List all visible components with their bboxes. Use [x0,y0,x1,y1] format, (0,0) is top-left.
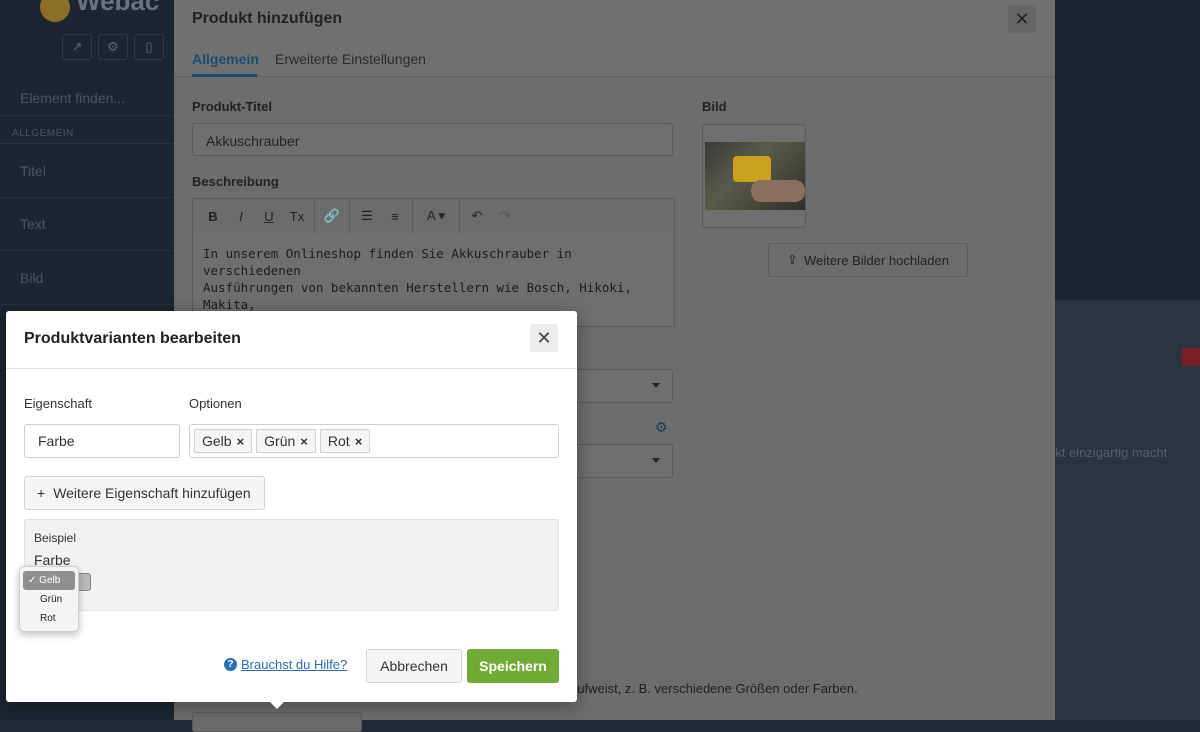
remove-tag-icon[interactable]: × [300,434,308,449]
property-label: Eigenschaft [24,396,92,411]
image-label: Bild [702,99,727,114]
remove-tag-icon[interactable]: × [355,434,363,449]
tab-allgemein[interactable]: Allgemein [192,51,259,67]
toolbar-separator [314,199,315,233]
toolbar-separator [412,199,413,233]
divider [0,143,175,144]
settings-icon[interactable]: ⚙ [98,34,128,60]
product-photo [705,142,805,210]
variants-hint: aufweist, z. B. verschiedene Größen oder… [570,681,858,696]
category-label: ALLGEMEIN [12,128,74,139]
product-title-label: Produkt-Titel [192,99,272,114]
text-color-icon[interactable]: A ▾ [416,208,456,224]
rich-text-toolbar: B I U Tx 🔗 ☰ ≡ A ▾ ↶ ↷ [192,198,675,234]
page-preview-bottom [1055,300,1200,720]
option-tag: Rot × [319,429,371,453]
sidebar-item-bild[interactable]: Bild [20,270,43,286]
divider [0,115,175,116]
options-tag-input[interactable]: Gelb × Grün × Rot × [189,424,559,458]
product-image-thumbnail[interactable] [702,124,806,228]
clear-format-button[interactable]: Tx [283,209,311,224]
bulleted-list-icon[interactable]: ☰ [353,208,381,224]
modal-title: Produkt hinzufügen [192,10,343,27]
preview-text: ukt einzigartig macht [1048,445,1168,460]
undo-icon[interactable]: ↶ [463,208,491,224]
dropdown-option-gruen[interactable]: Grün [20,590,78,609]
variant-dialog: Produktvarianten bearbeiten ✕ Eigenschaf… [6,311,577,709]
plus-icon: + [37,485,46,501]
bold-button[interactable]: B [199,209,227,224]
gear-icon[interactable]: ⚙ [655,419,668,436]
upload-images-button[interactable]: ⇪ Weitere Bilder hochladen [768,243,968,277]
edit-variants-button[interactable] [192,712,362,732]
add-property-button[interactable]: + Weitere Eigenschaft hinzufügen [24,476,265,510]
sidebar-item-titel[interactable]: Titel [20,163,46,179]
page-preview-top [1055,0,1200,300]
option-tag-label: Gelb [202,433,232,449]
divider [0,197,175,198]
divider [6,368,577,369]
dialog-title: Produktvarianten bearbeiten [24,330,241,347]
close-button[interactable]: ✕ [1008,5,1036,33]
numbered-list-icon[interactable]: ≡ [381,209,409,224]
cancel-button[interactable]: Abbrechen [366,649,462,683]
toolbar-separator [459,199,460,233]
description-label: Beschreibung [192,174,279,189]
property-input[interactable]: Farbe [24,424,180,458]
dropdown-option-gelb[interactable]: ✓ Gelb [23,571,75,590]
redo-icon[interactable]: ↷ [491,208,519,224]
chevron-down-icon [652,458,660,463]
dropdown-option-rot[interactable]: Rot [20,609,78,628]
example-label: Beispiel [34,531,77,545]
upload-label: Weitere Bilder hochladen [803,252,949,268]
sidebar-toolbar: ↗ ⚙ ▯ [62,34,164,60]
option-tag-label: Rot [327,433,350,449]
option-tag: Gelb × [194,429,253,453]
external-link-icon[interactable]: ↗ [62,34,92,60]
divider [0,250,175,251]
divider [0,304,175,305]
link-icon[interactable]: 🔗 [318,208,346,224]
dropdown-option-label: Gelb [39,575,61,586]
save-button[interactable]: Speichern [467,649,559,683]
close-icon[interactable] [1182,348,1200,366]
dropdown-menu: ✓ Gelb Grün Rot [19,566,79,632]
chevron-down-icon [652,383,660,388]
drill-shape [733,156,771,182]
option-tag-label: Grün [264,433,296,449]
options-label: Optionen [189,396,242,411]
select-field[interactable] [570,444,673,478]
toolbar-separator [349,199,350,233]
tab-erweiterte-einstellungen[interactable]: Erweiterte Einstellungen [275,51,426,67]
option-tag: Grün × [256,429,316,453]
product-title-input[interactable]: Akkuschrauber [192,123,673,156]
help-icon: ? [224,658,237,671]
upload-icon: ⇪ [787,252,798,267]
underline-button[interactable]: U [255,209,283,224]
example-select[interactable] [77,573,91,591]
logo-icon [40,0,70,22]
sidebar-item-text[interactable]: Text [20,216,46,232]
help-link-label: Brauchst du Hilfe? [241,657,348,672]
italic-button[interactable]: I [227,209,255,224]
select-field[interactable] [570,369,673,403]
add-property-label: Weitere Eigenschaft hinzufügen [53,485,251,501]
element-search-input[interactable]: Element finden... [20,90,125,106]
help-link[interactable]: ? Brauchst du Hilfe? [224,657,347,672]
hand-shape [751,180,805,202]
logo-text: Webac [76,0,160,16]
example-preview: Beispiel Farbe [24,519,559,611]
close-button[interactable]: ✕ [530,324,558,352]
active-tab-indicator [192,74,257,77]
remove-tag-icon[interactable]: × [237,434,245,449]
modal-header: Produkt hinzufügen ✕ Allgemein Erweitert… [174,0,1055,77]
mobile-preview-icon[interactable]: ▯ [134,34,164,60]
